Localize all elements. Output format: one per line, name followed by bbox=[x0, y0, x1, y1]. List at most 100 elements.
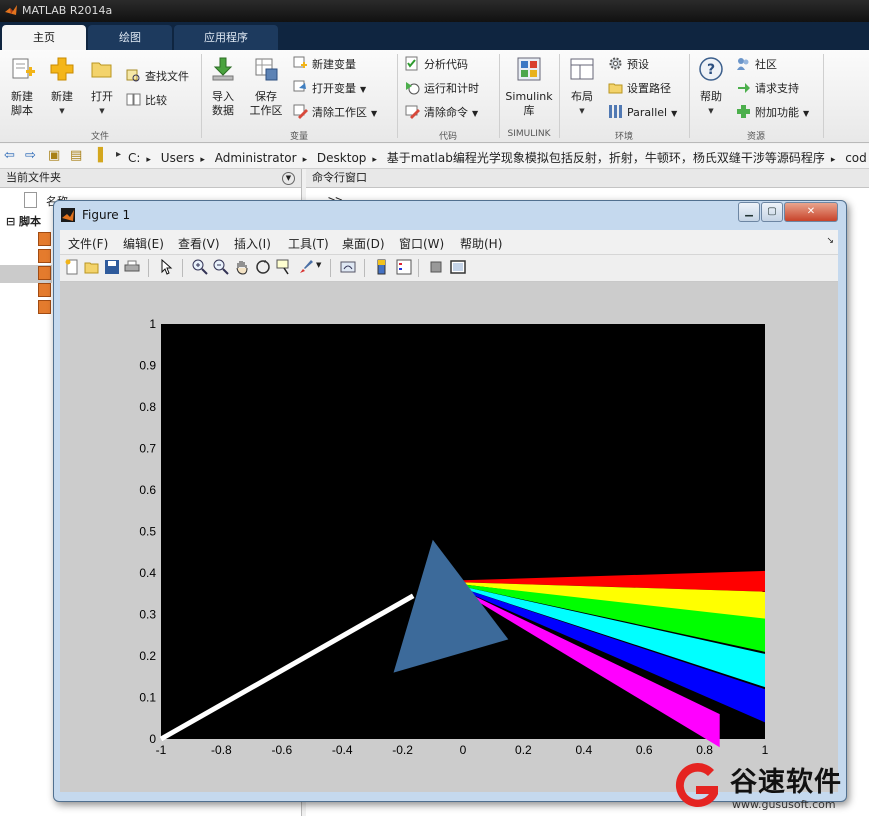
figure-toolbar: ▼ bbox=[60, 255, 838, 282]
mfile-icon[interactable] bbox=[38, 300, 51, 314]
legend-icon[interactable] bbox=[396, 259, 412, 275]
group-separator bbox=[823, 54, 824, 138]
set-path-icon bbox=[608, 83, 623, 94]
forward-arrow-icon[interactable]: ⇨ bbox=[25, 148, 36, 163]
import-data-button[interactable]: 导入 数据 bbox=[206, 56, 240, 118]
path-segment[interactable]: Users bbox=[161, 151, 195, 165]
hide-plot-tools-icon[interactable] bbox=[428, 259, 444, 275]
command-window-title: 命令行窗口 bbox=[312, 171, 367, 184]
minimize-button[interactable]: ▁ bbox=[738, 202, 760, 222]
new-script-button[interactable]: 新建 脚本 bbox=[4, 56, 40, 118]
print-icon[interactable] bbox=[124, 259, 140, 275]
dock-arrow-icon[interactable]: ↘ bbox=[826, 236, 834, 246]
up-folder-icon[interactable]: ▣ bbox=[48, 148, 60, 163]
figure-menu-bar: 文件(F) 编辑(E) 查看(V) 插入(I) 工具(T) 桌面(D) 窗口(W… bbox=[60, 230, 838, 255]
path-segment[interactable]: C: bbox=[128, 151, 140, 165]
help-button[interactable]: ? 帮助 ▼ bbox=[695, 56, 727, 118]
analyze-code-button[interactable]: 分析代码 bbox=[405, 55, 468, 75]
prism-dispersion-plot[interactable]: -1 -0.8 -0.6 -0.4 -0.2 0 0.2 0.4 0.6 0.8 1 0 0.1 0.2 0… bbox=[60, 282, 838, 792]
chevron-down-icon[interactable]: ▼ bbox=[316, 261, 321, 269]
mfile-icon[interactable] bbox=[38, 232, 51, 246]
y-tick-label: 0.9 bbox=[139, 359, 156, 373]
path-segment[interactable]: 基于matlab编程光学现象模拟包括反射，折射，牛顿环，杨氏双缝干涉等源码程序 bbox=[387, 151, 825, 165]
save-workspace-button[interactable]: 保存 工作区 bbox=[246, 56, 286, 118]
close-button[interactable]: ✕ bbox=[784, 202, 838, 222]
tab-home[interactable]: 主页 bbox=[2, 25, 86, 50]
svg-text:?: ? bbox=[707, 62, 715, 78]
tab-apps[interactable]: 应用程序 bbox=[174, 25, 278, 50]
preferences-button[interactable]: 预设 bbox=[608, 55, 649, 75]
open-file-icon[interactable] bbox=[84, 259, 100, 275]
clear-workspace-button[interactable]: 清除工作区 ▼ bbox=[293, 103, 377, 123]
menu-file[interactable]: 文件(F) bbox=[68, 235, 108, 252]
menu-desktop[interactable]: 桌面(D) bbox=[342, 235, 385, 252]
data-cursor-icon[interactable] bbox=[276, 259, 292, 275]
clear-commands-button[interactable]: 清除命令 ▼ bbox=[405, 103, 478, 123]
compare-button[interactable]: 比较 bbox=[126, 91, 167, 111]
panel-actions-icon[interactable]: ▼ bbox=[282, 172, 295, 185]
figure-title-bar[interactable]: Figure 1 ▁ ▢ ✕ bbox=[54, 201, 846, 229]
group-label-environment: 环境 bbox=[614, 132, 633, 142]
simulink-library-button[interactable]: Simulink 库 bbox=[503, 56, 555, 118]
figure-canvas[interactable]: -1 -0.8 -0.6 -0.4 -0.2 0 0.2 0.4 0.6 0.8 1 0 0.1 0.2 0… bbox=[60, 282, 838, 792]
chevron-down-icon: ▼ bbox=[371, 109, 378, 118]
toolbar-separator bbox=[364, 259, 365, 277]
save-icon[interactable] bbox=[104, 259, 120, 275]
clear-commands-icon bbox=[405, 105, 420, 119]
add-ons-button[interactable]: 附加功能 ▼ bbox=[736, 103, 809, 123]
colorbar-icon[interactable] bbox=[374, 259, 390, 275]
watermark-url: www.gususoft.com bbox=[732, 798, 836, 811]
analyze-code-label: 分析代码 bbox=[424, 58, 468, 71]
edit-plot-icon[interactable] bbox=[158, 259, 174, 275]
new-figure-icon[interactable] bbox=[64, 259, 80, 275]
new-label: 新建 bbox=[51, 90, 73, 103]
request-support-icon bbox=[738, 83, 750, 93]
menu-help[interactable]: 帮助(H) bbox=[460, 235, 502, 252]
back-arrow-icon[interactable]: ⇦ bbox=[4, 148, 15, 163]
menu-view[interactable]: 查看(V) bbox=[178, 235, 220, 252]
brush-icon[interactable] bbox=[298, 259, 314, 275]
rotate-3d-icon[interactable] bbox=[255, 259, 271, 275]
request-support-button[interactable]: 请求支持 bbox=[736, 79, 799, 99]
menu-tools[interactable]: 工具(T) bbox=[288, 235, 329, 252]
folder-node[interactable]: ⊟ 脚本 bbox=[6, 213, 41, 229]
layout-button[interactable]: 布局 ▼ bbox=[565, 56, 599, 118]
menu-insert[interactable]: 插入(I) bbox=[234, 235, 271, 252]
path-segment[interactable]: Desktop bbox=[317, 151, 367, 165]
chevron-down-icon: ▼ bbox=[99, 107, 105, 115]
tab-plots[interactable]: 绘图 bbox=[88, 25, 172, 50]
pan-icon[interactable] bbox=[234, 259, 250, 275]
show-plot-tools-icon[interactable] bbox=[450, 259, 466, 275]
run-and-time-button[interactable]: 运行和计时 bbox=[405, 79, 479, 99]
import-data-icon bbox=[212, 57, 234, 81]
figure-window[interactable]: Figure 1 ▁ ▢ ✕ 文件(F) 编辑(E) 查看(V) 插入(I) 工… bbox=[53, 200, 847, 802]
find-files-button[interactable]: 查找文件 bbox=[126, 67, 189, 87]
path-segment[interactable]: Administrator bbox=[215, 151, 297, 165]
new-variable-label: 新建变量 bbox=[312, 58, 356, 71]
save-workspace-label: 保存 工作区 bbox=[249, 90, 283, 117]
browse-folder-icon[interactable]: ▤ bbox=[70, 148, 82, 163]
menu-edit[interactable]: 编辑(E) bbox=[123, 235, 164, 252]
menu-window[interactable]: 窗口(W) bbox=[399, 235, 444, 252]
community-button[interactable]: 社区 bbox=[736, 55, 777, 75]
path-segment[interactable]: cod bbox=[845, 151, 867, 165]
find-files-label: 查找文件 bbox=[145, 70, 189, 83]
maximize-button[interactable]: ▢ bbox=[761, 202, 783, 222]
group-separator bbox=[397, 54, 398, 138]
new-button[interactable]: 新建 ▼ bbox=[46, 56, 78, 118]
link-plot-icon[interactable] bbox=[340, 259, 356, 275]
set-path-button[interactable]: 设置路径 bbox=[608, 79, 671, 99]
x-tick-label: 0.2 bbox=[515, 743, 532, 757]
zoom-in-icon[interactable] bbox=[192, 259, 208, 275]
mfile-icon[interactable] bbox=[38, 283, 51, 297]
path-separator-icon: ▸ bbox=[116, 149, 122, 160]
y-tick-label: 0 bbox=[149, 732, 156, 746]
mfile-icon[interactable] bbox=[38, 249, 51, 263]
open-button[interactable]: 打开 ▼ bbox=[86, 56, 118, 118]
new-variable-button[interactable]: 新建变量 bbox=[293, 55, 356, 75]
mfile-icon[interactable] bbox=[38, 266, 51, 280]
chevron-down-icon: ▼ bbox=[59, 107, 65, 115]
zoom-out-icon[interactable] bbox=[213, 259, 229, 275]
open-variable-button[interactable]: 打开变量 ▼ bbox=[293, 79, 366, 99]
parallel-button[interactable]: Parallel ▼ bbox=[608, 103, 677, 123]
